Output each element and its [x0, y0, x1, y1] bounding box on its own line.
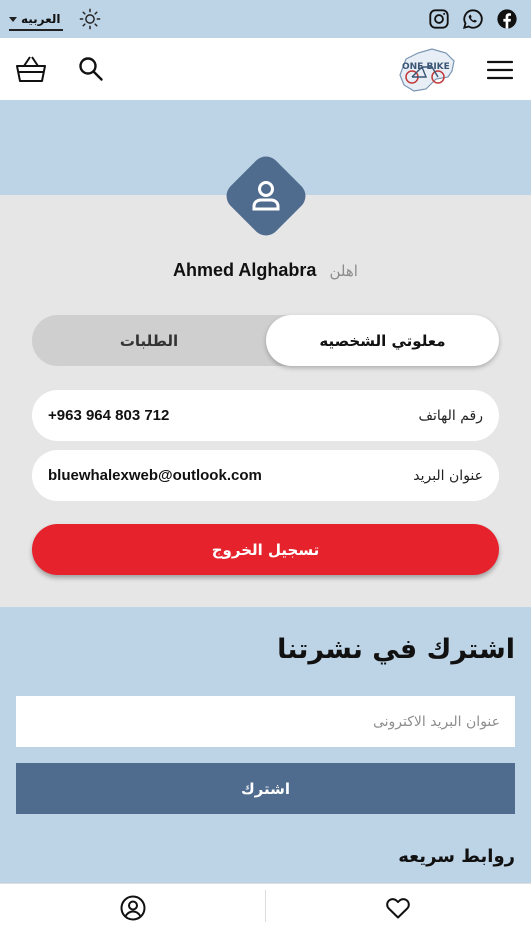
email-field: bluewhalexweb@outlook.com عنوان البريد: [32, 450, 499, 501]
user-icon: [252, 181, 280, 211]
instagram-icon[interactable]: [428, 8, 450, 30]
greeting: اهلن Ahmed Alghabra: [0, 260, 531, 281]
top-bar: العربيه: [0, 0, 531, 38]
logo-text: ONE BIKE: [402, 62, 450, 72]
subscribe-button[interactable]: اشترك: [16, 763, 515, 814]
email-value: bluewhalexweb@outlook.com: [48, 467, 262, 484]
bottom-nav: [0, 883, 531, 926]
phone-label: رقم الهاتف: [418, 407, 483, 424]
one-bike-logo[interactable]: ONE BIKE: [396, 45, 458, 97]
newsletter-title: اشترك في نشرتنا: [277, 634, 515, 665]
newsletter-email-input[interactable]: [16, 696, 515, 747]
greeting-prefix: اهلن: [329, 262, 358, 280]
logout-button[interactable]: تسجيل الخروج: [32, 524, 499, 575]
sun-icon[interactable]: [79, 8, 101, 30]
nav-divider: [265, 890, 266, 922]
caret-down-icon: [9, 16, 17, 22]
language-label: العربيه: [21, 12, 61, 26]
facebook-icon[interactable]: [496, 8, 518, 30]
quick-links-title: روابط سريعه: [398, 846, 515, 867]
tab-orders[interactable]: الطلبات: [32, 315, 266, 366]
phone-value: +963 964 803 712: [48, 407, 170, 424]
basket-icon[interactable]: [15, 53, 47, 85]
whatsapp-icon[interactable]: [462, 8, 484, 30]
phone-field: +963 964 803 712 رقم الهاتف: [32, 390, 499, 441]
tab-personal-info[interactable]: معلوتي الشخصيه: [266, 315, 499, 366]
language-selector[interactable]: العربيه: [9, 9, 63, 31]
heart-icon[interactable]: [385, 895, 411, 921]
account-icon[interactable]: [120, 895, 146, 921]
hamburger-menu-icon[interactable]: [487, 60, 513, 80]
email-label: عنوان البريد: [413, 467, 483, 484]
social-links: [428, 8, 518, 30]
user-name: Ahmed Alghabra: [173, 260, 317, 280]
search-icon[interactable]: [78, 56, 104, 82]
profile-tabs: الطلبات معلوتي الشخصيه: [32, 315, 499, 366]
